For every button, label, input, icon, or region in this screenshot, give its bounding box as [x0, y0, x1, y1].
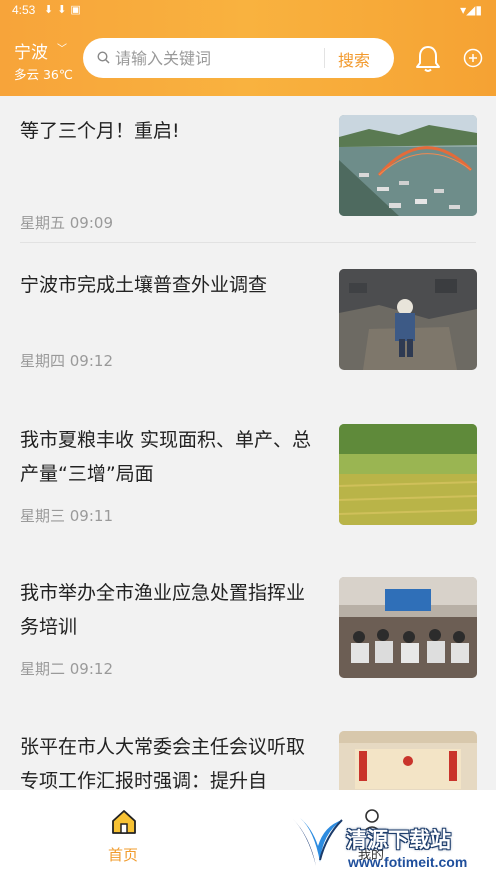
- location-city[interactable]: 宁波: [14, 38, 48, 63]
- add-circle-icon[interactable]: [463, 48, 483, 68]
- search-icon: [97, 51, 110, 64]
- search-input[interactable]: [115, 38, 315, 78]
- news-title: 等了三个月！重启!: [20, 120, 180, 142]
- news-time: 星期五 09:09: [20, 214, 113, 232]
- watermark-name: 清源下载站: [346, 828, 451, 852]
- search-bar[interactable]: 搜索: [83, 38, 394, 78]
- news-item[interactable]: 宁波市完成土壤普查外业调查 星期四 09:12: [0, 266, 496, 420]
- news-thumbnail: [339, 424, 477, 525]
- tab-home[interactable]: 首页: [100, 808, 148, 868]
- news-divider: [20, 242, 476, 243]
- news-time: 星期四 09:12: [20, 352, 113, 370]
- status-indicators: ▾◢▮: [460, 3, 482, 17]
- search-divider: [324, 48, 325, 68]
- news-title: 我市举办全市渔业应急处置指挥业务培训: [20, 582, 306, 638]
- news-item[interactable]: 我市举办全市渔业应急处置指挥业务培训 星期二 09:12: [0, 574, 496, 728]
- status-time: 4:53: [12, 3, 36, 17]
- notification-icons: ⬇⬇▣: [44, 4, 85, 16]
- app-header: 4:53 ⬇⬇▣ ▾◢▮ 宁波 ﹀ 多云 36℃ 搜索: [0, 0, 496, 96]
- news-title: 张平在市人大常委会主任会议听取专项工作汇报时强调：提升自: [20, 736, 306, 790]
- news-time: 星期三 09:11: [20, 507, 113, 525]
- news-feed[interactable]: 等了三个月！重启! 星期五 09:09 宁波市完成土壤普查外业调查 星期四 09…: [0, 96, 496, 790]
- home-icon: [112, 810, 136, 834]
- watermark: 清源下载站 www.fotimeit.com: [290, 810, 490, 876]
- news-title: 宁波市完成土壤普查外业调查: [20, 274, 268, 296]
- weather-info: 多云 36℃: [14, 67, 73, 82]
- tab-home-label: 首页: [108, 846, 139, 864]
- search-button[interactable]: 搜索: [338, 47, 370, 71]
- news-item[interactable]: 我市夏粮丰收 实现面积、单产、总产量“三增”局面 星期三 09:11: [0, 421, 496, 575]
- news-thumbnail: [339, 269, 477, 370]
- news-thumbnail: [339, 115, 477, 216]
- watermark-logo-icon: [292, 818, 343, 866]
- news-title: 我市夏粮丰收 实现面积、单产、总产量“三增”局面: [20, 429, 312, 485]
- news-thumbnail: [339, 577, 477, 678]
- news-time: 星期二 09:12: [20, 660, 113, 678]
- news-thumbnail: [339, 731, 477, 790]
- watermark-url: www.fotimeit.com: [348, 854, 468, 870]
- status-bar: 4:53 ⬇⬇▣ ▾◢▮: [0, 0, 496, 22]
- chevron-down-icon[interactable]: ﹀: [57, 40, 67, 55]
- news-item[interactable]: 张平在市人大常委会主任会议听取专项工作汇报时强调：提升自: [0, 728, 496, 790]
- bell-icon[interactable]: [414, 44, 442, 74]
